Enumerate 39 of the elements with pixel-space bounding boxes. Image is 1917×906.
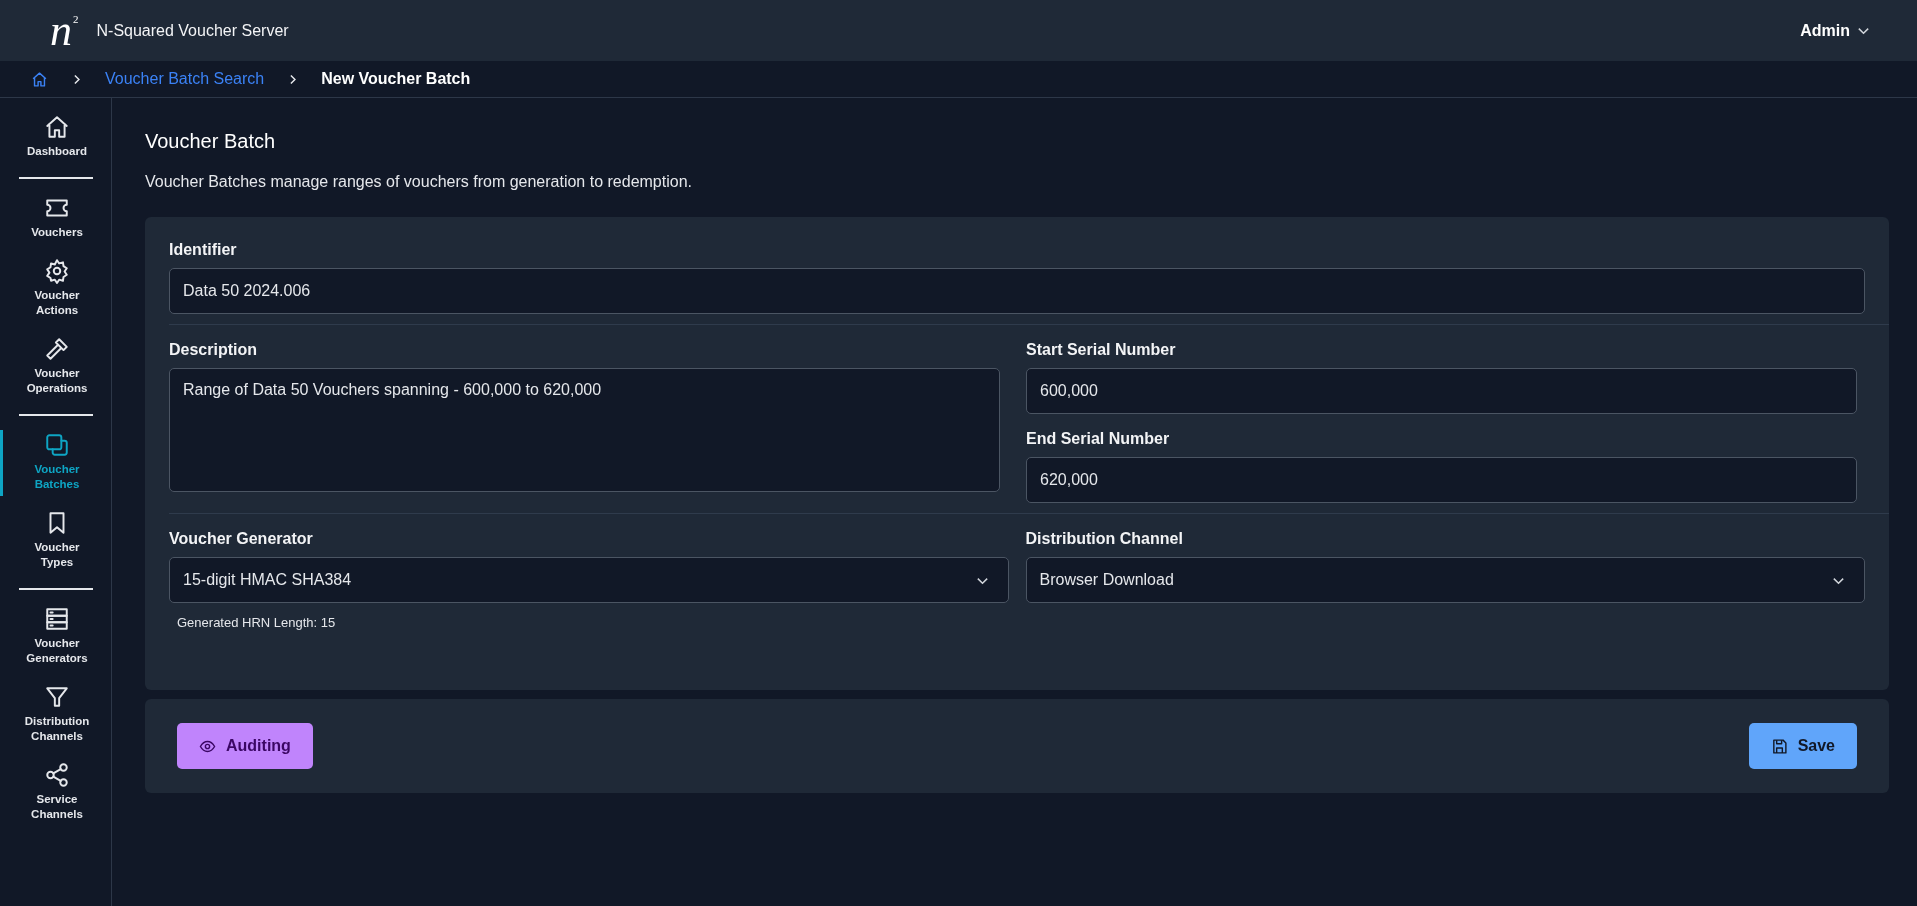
voucher-generator-dropdown[interactable]: 15-digit HMAC SHA384 bbox=[169, 557, 1009, 603]
field-label: Distribution Channel bbox=[1025, 530, 1184, 548]
distribution-channel-dropdown[interactable]: Browser Download bbox=[1025, 557, 1865, 603]
end-serial-field[interactable]: 620,000 bbox=[1026, 457, 1857, 503]
field-label: Identifier bbox=[169, 241, 238, 259]
breadcrumb-link[interactable]: Voucher Batch Search bbox=[105, 70, 265, 88]
sidebar-item[interactable]: Voucher Types bbox=[0, 508, 111, 574]
server-stack-icon bbox=[44, 606, 70, 632]
sidebar-item[interactable]: Voucher Generators bbox=[0, 604, 111, 670]
funnel-icon bbox=[44, 684, 70, 710]
field-label: Description bbox=[169, 341, 258, 359]
sidebar-item[interactable]: Distribution Channels bbox=[0, 682, 111, 748]
page-description: Voucher Batches manage ranges of vouchers from generation to redemption. bbox=[145, 173, 693, 191]
sidebar-item[interactable]: Dashboard bbox=[0, 112, 111, 163]
start-serial-field[interactable]: 600,000 bbox=[1026, 368, 1857, 414]
field-label: Voucher Generator bbox=[169, 530, 314, 548]
user-menu[interactable]: Admin bbox=[1794, 20, 1877, 41]
sidebar-item[interactable]: Voucher Operations bbox=[0, 334, 111, 400]
logo[interactable]: n$^{2}$ bbox=[50, 8, 79, 53]
home-icon[interactable] bbox=[31, 70, 48, 88]
sidebar-item[interactable]: Voucher Batches bbox=[0, 430, 111, 496]
sidebar-item[interactable]: Voucher Actions bbox=[0, 256, 111, 322]
overlapping-squares-icon bbox=[44, 432, 70, 458]
gear-icon bbox=[44, 258, 70, 284]
page-title: Voucher Batch bbox=[145, 130, 277, 153]
app-title: N-Squared Voucher Server bbox=[96, 21, 289, 40]
description-field[interactable]: Range of Data 50 Vouchers spanning - 600,000 to 620,000 bbox=[169, 368, 1000, 492]
share-icon bbox=[44, 762, 70, 788]
help-text: Generated HRN Length: 15 bbox=[177, 615, 337, 630]
home-icon bbox=[44, 114, 70, 140]
sidebar-item[interactable]: Service Channels bbox=[0, 760, 111, 826]
breadcrumb-current: New Voucher Batch bbox=[321, 70, 471, 88]
auditing-button[interactable]: Auditing bbox=[177, 723, 313, 769]
field-label: Start Serial Number bbox=[1026, 341, 1177, 359]
hammer-icon bbox=[44, 336, 70, 362]
sidebar-item[interactable]: Vouchers bbox=[0, 193, 111, 244]
save-button[interactable]: Save bbox=[1748, 723, 1857, 769]
identifier-field[interactable]: Data 50 2024.006 bbox=[169, 268, 1865, 314]
field-label: End Serial Number bbox=[1026, 430, 1171, 448]
